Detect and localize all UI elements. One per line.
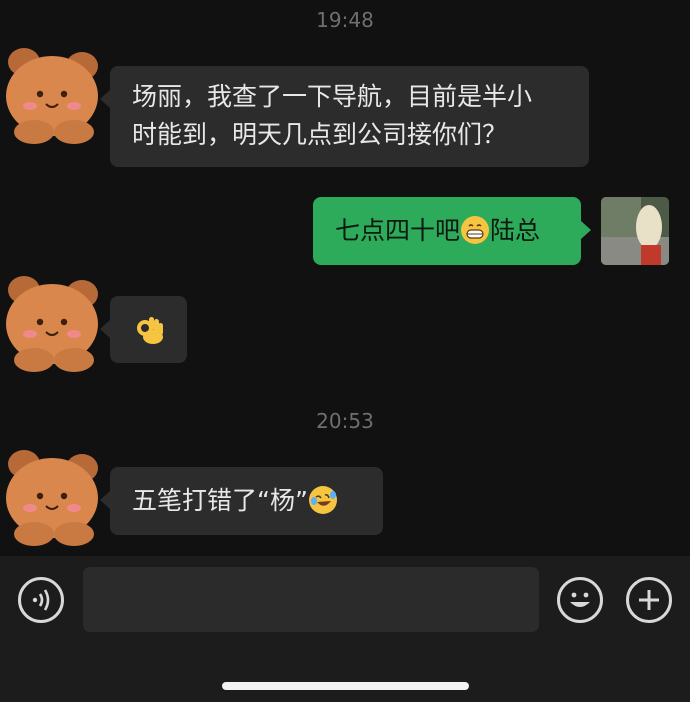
message-bubble[interactable] bbox=[100, 296, 187, 363]
timestamp: 19:48 bbox=[316, 8, 374, 32]
voice-icon bbox=[32, 589, 50, 611]
teddy-bear-avatar[interactable] bbox=[0, 44, 100, 144]
photo-avatar[interactable] bbox=[601, 197, 669, 265]
emoji-button[interactable] bbox=[557, 577, 603, 623]
message-bubble[interactable]: 场丽，我查了一下导航，目前是半小 时能到，明天几点到公司接你们？ bbox=[100, 66, 589, 167]
message-text-line: 时能到，明天几点到公司接你们？ bbox=[132, 120, 508, 149]
message-bubble[interactable]: 七点四十吧 陆总 bbox=[313, 197, 591, 265]
teddy-bear-avatar[interactable] bbox=[0, 446, 100, 546]
message-text: 陆总 bbox=[490, 216, 541, 245]
message-bubble[interactable]: 五笔打错了“杨” bbox=[100, 467, 383, 535]
teddy-bear-avatar[interactable] bbox=[0, 272, 100, 372]
timestamp: 20:53 bbox=[316, 409, 374, 433]
message-input[interactable] bbox=[83, 567, 539, 632]
smiley-icon bbox=[570, 592, 590, 607]
message-text: 七点四十吧 bbox=[335, 216, 461, 245]
message-text: 五笔打错了“杨” bbox=[132, 486, 308, 515]
home-indicator bbox=[222, 682, 469, 690]
rolling-laughing-face-icon bbox=[308, 486, 337, 514]
plus-icon bbox=[639, 590, 659, 610]
ok-hand-icon bbox=[134, 317, 164, 351]
more-button[interactable] bbox=[626, 577, 672, 623]
voice-button[interactable] bbox=[18, 577, 64, 623]
message-text-line: 场丽，我查了一下导航，目前是半小 bbox=[132, 82, 533, 111]
grinning-face-icon bbox=[461, 216, 490, 244]
